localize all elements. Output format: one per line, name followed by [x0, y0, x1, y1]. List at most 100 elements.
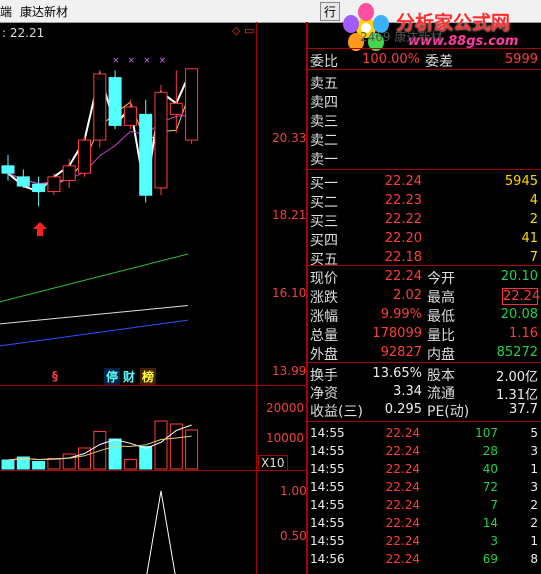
kline-chart[interactable]: [0, 0, 310, 574]
tick-n: 1: [530, 534, 538, 548]
volume-bar: [185, 429, 199, 470]
extra-label: 换手: [310, 368, 338, 384]
tick-price: 22.24: [385, 426, 420, 440]
volume-bar: [108, 438, 122, 470]
buy-level-volume: 41: [521, 231, 538, 246]
tick-row[interactable]: 14:55 22.24 3 1: [310, 533, 541, 551]
tick-vol: 69: [482, 552, 498, 566]
extra-label: 股本: [427, 368, 455, 384]
axis-price-4: 13.99: [272, 364, 307, 378]
badge-finance[interactable]: 财: [121, 368, 137, 385]
extra-value: 1.31亿: [496, 388, 538, 403]
stat-label: 今开: [427, 271, 455, 287]
stat-value: 178099: [372, 326, 422, 341]
axis-price-2: 18.21: [272, 208, 307, 222]
extra-value: 3.34: [393, 384, 422, 399]
tick-vol: 40: [482, 462, 498, 476]
candle-body: [78, 139, 91, 174]
stat-value: 1.16: [509, 326, 538, 341]
buy-level-volume: 5945: [504, 174, 538, 189]
buy-arrow-icon: [33, 222, 47, 236]
sell4-label[interactable]: 卖四: [310, 92, 338, 112]
tick-row[interactable]: 14:55 22.24 14 2: [310, 515, 541, 533]
tick-n: 3: [530, 444, 538, 458]
tick-row[interactable]: 14:55 22.24 40 1: [310, 461, 541, 479]
stat-value: 22.24: [384, 269, 422, 284]
peak-mark: ×: [143, 56, 159, 66]
axis-ind-1: 1.00: [280, 484, 307, 498]
candle-body: [169, 102, 183, 115]
sell3-label[interactable]: 卖三: [310, 111, 338, 131]
buy-level-label[interactable]: 买三: [310, 211, 338, 231]
chart-divider: [256, 22, 257, 574]
buy-level-price[interactable]: 22.22: [350, 212, 422, 227]
tick-time: 14:55: [310, 534, 345, 548]
stat-label: 涨幅: [310, 309, 338, 325]
buy-level-price[interactable]: 22.23: [350, 193, 422, 208]
sell2-label[interactable]: 卖二: [310, 130, 338, 150]
stat-value: 20.08: [500, 307, 538, 322]
extra-label: 流通: [427, 386, 455, 402]
tick-time: 14:55: [310, 444, 345, 458]
candle-body: [16, 176, 30, 187]
buy-level-price[interactable]: 22.20: [350, 231, 422, 246]
stat-label: 最高: [427, 290, 455, 306]
tick-time: 14:55: [310, 462, 345, 476]
weicha-label: 委差: [425, 54, 453, 70]
candle-body: [32, 183, 46, 193]
sell5-label[interactable]: 卖五: [310, 73, 338, 93]
candle-body: [47, 176, 61, 193]
buy-level-volume: 4: [529, 193, 538, 208]
peak-mark: ×: [127, 56, 144, 66]
quote-sep-4: [308, 265, 541, 266]
stat-label: 内盘: [427, 347, 455, 363]
weibi-value: 100.00%: [362, 52, 420, 67]
buy-level-label[interactable]: 买四: [310, 230, 338, 250]
tick-n: 3: [530, 480, 538, 494]
badge-rank[interactable]: 榜: [140, 368, 157, 385]
tick-vol: 28: [482, 444, 498, 458]
candles: [1, 68, 199, 207]
quote-sep-3: [308, 169, 541, 170]
axis-vol-unit: X10: [258, 455, 288, 471]
buy-level-label[interactable]: 买二: [310, 192, 338, 212]
peak-marks: ××××: [112, 56, 174, 66]
buy-level-label[interactable]: 买五: [310, 249, 338, 269]
extra-label: 净资: [310, 386, 338, 402]
extra-value: 37.7: [509, 402, 538, 417]
buy-level-label[interactable]: 买一: [310, 173, 338, 193]
tick-time: 14:55: [310, 480, 345, 494]
buy-level-price[interactable]: 22.18: [350, 250, 422, 265]
tick-n: 5: [530, 426, 538, 440]
tick-price: 22.24: [385, 444, 420, 458]
stat-value: 20.10: [500, 269, 538, 284]
marker-s[interactable]: §: [50, 369, 60, 383]
sell1-label[interactable]: 卖一: [310, 149, 338, 169]
tick-row[interactable]: 14:55 22.24 28 3: [310, 443, 541, 461]
quote-sep-6: [308, 421, 541, 422]
volume-bar: [32, 461, 46, 470]
candle-body: [1, 165, 15, 174]
tick-price: 22.24: [385, 516, 420, 530]
hang-button[interactable]: 行: [320, 2, 341, 21]
tick-n: 1: [530, 462, 538, 476]
tick-row[interactable]: 14:56 22.24 69 8: [310, 551, 541, 569]
axis-ind-2: 0.50: [280, 529, 307, 543]
stat-label: 外盘: [310, 347, 338, 363]
quote-sep-1: [308, 48, 541, 49]
tick-vol: 3: [490, 534, 498, 548]
badge-stop[interactable]: 停: [104, 368, 121, 385]
volume-bar: [123, 458, 137, 470]
stat-label: 量比: [427, 328, 455, 344]
indicator-line: [146, 490, 176, 574]
tick-row[interactable]: 14:55 22.24 107 5: [310, 425, 541, 443]
weibi-label: 委比: [310, 54, 338, 70]
extra-value: 0.295: [384, 402, 422, 417]
stat-value: 22.24: [502, 288, 541, 305]
tick-price: 22.24: [385, 480, 420, 494]
tick-row[interactable]: 14:55 22.24 72 3: [310, 479, 541, 497]
buy-level-price[interactable]: 22.24: [350, 174, 422, 189]
volume-bar: [47, 458, 61, 470]
stat-label: 最低: [427, 309, 455, 325]
tick-row[interactable]: 14:55 22.24 7 2: [310, 497, 541, 515]
